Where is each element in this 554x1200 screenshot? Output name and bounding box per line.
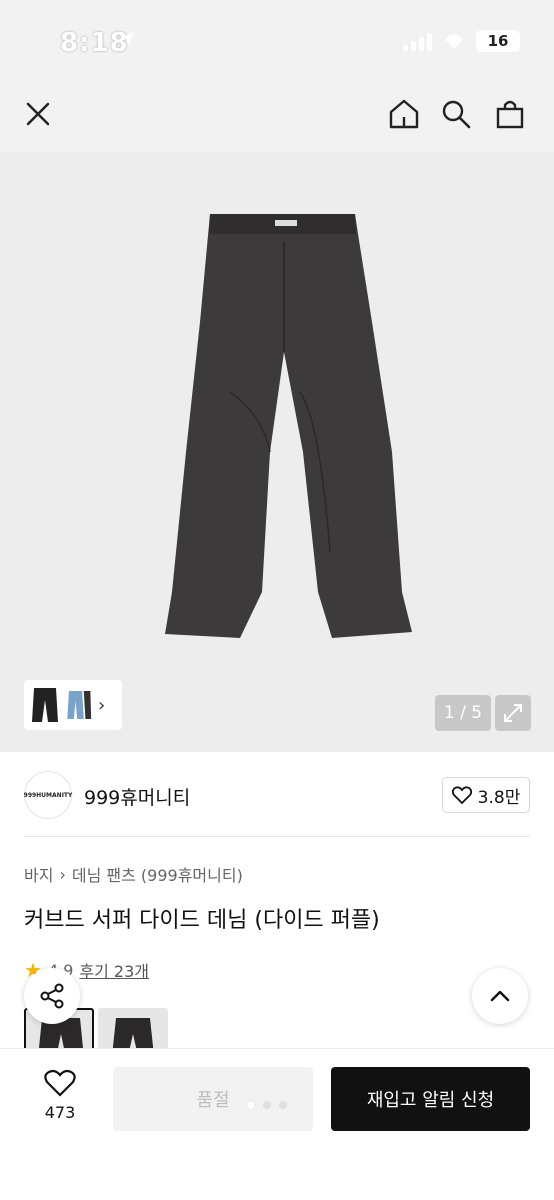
soldout-button[interactable]: 품절 bbox=[113, 1067, 313, 1131]
breadcrumb: 바지 › 데님 팬츠 (999휴머니티) bbox=[24, 862, 243, 886]
search-icon[interactable] bbox=[436, 94, 476, 134]
status-indicators: 16 bbox=[403, 30, 520, 52]
expand-icon[interactable] bbox=[495, 695, 531, 731]
close-icon[interactable] bbox=[18, 94, 58, 134]
chevron-right-icon: › bbox=[59, 864, 66, 884]
share-icon bbox=[40, 983, 64, 1009]
bottom-action-bar: 473 품절 재입고 알림 신청 bbox=[0, 1048, 554, 1200]
wish-count: 473 bbox=[44, 1103, 76, 1122]
review-link[interactable]: 후기 23개 bbox=[79, 958, 149, 982]
page-dot bbox=[247, 1101, 255, 1109]
brand-logo[interactable]: 999HUMANITY bbox=[24, 771, 72, 819]
heart-icon bbox=[451, 786, 472, 804]
share-button[interactable] bbox=[24, 968, 80, 1024]
wish-button[interactable]: 473 bbox=[36, 1069, 84, 1122]
thumbnail-blue-jeans[interactable] bbox=[64, 684, 92, 726]
scroll-top-button[interactable] bbox=[472, 968, 528, 1024]
product-image-gallery[interactable]: › 1 / 5 bbox=[0, 152, 554, 752]
page-dot bbox=[263, 1101, 271, 1109]
divider bbox=[24, 836, 530, 837]
product-photo bbox=[165, 214, 412, 638]
brand-like-button[interactable]: 3.8만 bbox=[442, 777, 530, 813]
page-counter: 1 / 5 bbox=[435, 695, 491, 731]
page-dots bbox=[247, 1101, 287, 1109]
heart-icon bbox=[44, 1069, 76, 1097]
battery-icon: 16 bbox=[476, 30, 520, 52]
page-dot bbox=[279, 1101, 287, 1109]
signal-icon bbox=[403, 31, 432, 51]
product-title: 커브드 서퍼 다이드 데님 (다이드 퍼플) bbox=[24, 908, 380, 933]
wifi-icon bbox=[445, 34, 463, 49]
brand-like-count: 3.8만 bbox=[477, 787, 521, 808]
restock-alert-button[interactable]: 재입고 알림 신청 bbox=[331, 1067, 530, 1131]
brand-row: 999HUMANITY 999휴머니티 3.8만 bbox=[0, 752, 554, 838]
brand-name[interactable]: 999휴머니티 bbox=[84, 783, 190, 810]
shopping-bag-icon[interactable] bbox=[490, 94, 530, 134]
location-arrow-icon bbox=[120, 32, 134, 46]
chevron-right-icon[interactable]: › bbox=[98, 695, 105, 716]
status-bar: 8:18 16 bbox=[0, 0, 554, 80]
home-icon[interactable] bbox=[384, 94, 424, 134]
breadcrumb-level2[interactable]: 데님 팬츠 (999휴머니티) bbox=[72, 862, 243, 886]
breadcrumb-level1[interactable]: 바지 bbox=[24, 862, 53, 886]
thumbnail-dark-jeans[interactable] bbox=[28, 684, 62, 726]
chevron-up-icon bbox=[490, 990, 510, 1002]
thumbnail-strip[interactable]: › bbox=[24, 680, 122, 730]
top-nav bbox=[0, 80, 554, 152]
